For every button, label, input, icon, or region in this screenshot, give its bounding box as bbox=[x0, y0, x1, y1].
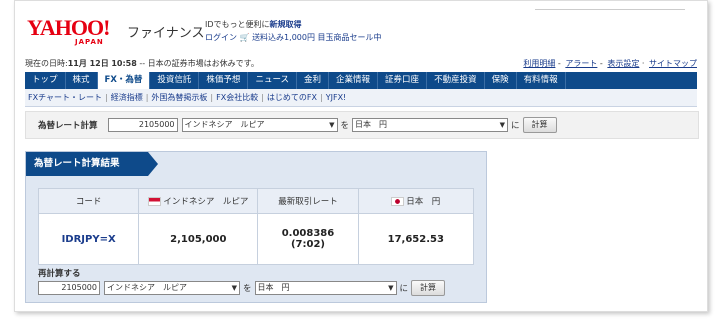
status-date: 11月 12日 bbox=[67, 59, 109, 68]
result-title: 為替レート計算結果 bbox=[26, 152, 158, 176]
indonesia-flag-icon bbox=[148, 197, 162, 206]
nav-rates[interactable]: 金利 bbox=[297, 72, 330, 89]
recalc-button[interactable]: 計算 bbox=[411, 280, 446, 296]
subnav-board[interactable]: 外国為替掲示板 bbox=[148, 92, 210, 103]
nav-insurance[interactable]: 保険 bbox=[485, 72, 517, 89]
logo-subtitle: JAPAN bbox=[75, 38, 104, 46]
promo-text: IDでもっと便利に bbox=[205, 20, 270, 29]
chevron-down-icon: ▼ bbox=[329, 121, 335, 129]
subnav-yjfx[interactable]: YJFX! bbox=[323, 93, 350, 102]
nav-company[interactable]: 企業情報 bbox=[329, 72, 379, 89]
market-status: 現在の日時:11月 12日 10:58 -- 日本の証券市場はお休みです。 bbox=[25, 58, 259, 69]
nav-stocks[interactable]: 株式 bbox=[66, 72, 98, 89]
promo-line-1: IDでもっと便利に新規取得 bbox=[205, 19, 302, 30]
nav-funds[interactable]: 投資信託 bbox=[150, 72, 200, 89]
calculate-button[interactable]: 計算 bbox=[522, 117, 557, 133]
rate-time: (7:02) bbox=[290, 239, 325, 250]
nav-premium[interactable]: 有料情報 bbox=[517, 72, 566, 89]
connector-wo: を bbox=[340, 121, 350, 131]
from-currency-select[interactable]: インドネシア ルピア ▼ bbox=[181, 118, 338, 132]
calc-label: 為替レート計算 bbox=[38, 121, 98, 131]
japan-flag-icon bbox=[391, 197, 405, 206]
subnav-beginner[interactable]: はじめてのFX bbox=[264, 92, 320, 103]
status-prefix: 現在の日時: bbox=[25, 59, 68, 68]
currency-code-link[interactable]: IDRJPY=X bbox=[37, 213, 140, 265]
recalc-label: 再計算する bbox=[38, 269, 81, 279]
nav-top[interactable]: トップ bbox=[25, 72, 66, 89]
nav-news[interactable]: ニュース bbox=[248, 72, 298, 89]
header-divider bbox=[535, 9, 685, 10]
fx-subnav: FXチャート・レート | 経済指標 | 外国為替掲示板 | FX会社比較 | はじめての… bbox=[25, 89, 697, 107]
to-currency-select[interactable]: 日本 円 ▼ bbox=[352, 118, 509, 132]
from-currency-value: インドネシア ルピア bbox=[184, 120, 265, 129]
header-to-label: 日本 円 bbox=[406, 197, 441, 207]
main-nav: トップ 株式 FX・為替 投資信託 株価予想 ニュース 金利 企業情報 証券口座… bbox=[25, 72, 697, 89]
result-table: コード インドネシア ルピア 最新取引レート 日本 円 IDRJPY=X 2,1… bbox=[37, 188, 475, 265]
recalc-amount-input[interactable]: 2105000 bbox=[38, 281, 100, 295]
amount-input[interactable]: 2105000 bbox=[107, 118, 178, 132]
sale-link[interactable]: 送料込み1,000円 目玉商品セール中 bbox=[252, 33, 381, 42]
promo-line-2: ログイン 🛒 送料込み1,000円 目玉商品セール中 bbox=[205, 32, 382, 43]
to-currency-value: 日本 円 bbox=[355, 120, 388, 129]
chevron-down-icon: ▼ bbox=[388, 284, 394, 292]
subnav-indicators[interactable]: 経済指標 bbox=[108, 92, 146, 103]
header-to: 日本 円 bbox=[357, 188, 475, 214]
sitemap-link[interactable]: サイトマップ bbox=[649, 59, 697, 68]
header-from-label: インドネシア ルピア bbox=[163, 197, 249, 207]
login-link[interactable]: ログイン bbox=[205, 33, 237, 42]
from-amount: 2,105,000 bbox=[138, 213, 259, 265]
yahoo-logo[interactable]: YAHOO! bbox=[27, 17, 110, 39]
recalc-to-value: 日本 円 bbox=[257, 283, 290, 292]
display-settings-link[interactable]: 表示設定 bbox=[607, 59, 639, 68]
recalc-connector-wo: を bbox=[243, 284, 252, 294]
result-panel: 為替レート計算結果 コード インドネシア ルピア 最新取引レート 日本 円 ID… bbox=[25, 151, 487, 303]
recalc-from-value: インドネシア ルピア bbox=[107, 283, 187, 292]
new-registration-link[interactable]: 新規取得 bbox=[270, 20, 302, 29]
cart-icon: 🛒 bbox=[239, 33, 250, 42]
chevron-down-icon: ▼ bbox=[231, 284, 237, 292]
recalc-from-select[interactable]: インドネシア ルピア ▼ bbox=[104, 281, 240, 295]
table-row: IDRJPY=X 2,105,000 0.008386 (7:02) 17,65… bbox=[37, 213, 475, 265]
header-from: インドネシア ルピア bbox=[138, 188, 259, 214]
rate-cell: 0.008386 (7:02) bbox=[257, 213, 359, 265]
header-rate: 最新取引レート bbox=[257, 188, 359, 214]
status-suffix: -- 日本の証券市場はお休みです。 bbox=[136, 59, 259, 68]
nav-fx[interactable]: FX・為替 bbox=[97, 72, 151, 89]
rate-calculator: 為替レート計算 2105000 インドネシア ルピア ▼ を 日本 円 ▼ に 計算 bbox=[25, 111, 699, 139]
page-frame: YAHOO! JAPAN ファイナンス IDでもっと便利に新規取得 ログイン 🛒… bbox=[14, 0, 708, 312]
chevron-down-icon: ▼ bbox=[499, 121, 506, 129]
subnav-fx-chart[interactable]: FXチャート・レート bbox=[25, 92, 105, 103]
to-amount: 17,652.53 bbox=[357, 213, 475, 265]
alert-link[interactable]: アラート bbox=[565, 59, 597, 68]
recalc-connector-ni: に bbox=[399, 284, 409, 294]
recalc-to-select[interactable]: 日本 円 ▼ bbox=[254, 281, 397, 295]
connector-ni: に bbox=[511, 121, 520, 131]
nav-realestate[interactable]: 不動産投資 bbox=[427, 72, 485, 89]
site-name: ファイナンス bbox=[127, 26, 205, 41]
status-time: 10:58 bbox=[111, 59, 137, 68]
header-code: コード bbox=[37, 188, 140, 214]
nav-forecast[interactable]: 株価予想 bbox=[199, 72, 249, 89]
utility-links: 利用明細 - アラート - 表示設定 · サイトマップ bbox=[523, 59, 697, 68]
nav-brokerage[interactable]: 証券口座 bbox=[378, 72, 428, 89]
usage-statement-link[interactable]: 利用明細 bbox=[523, 59, 555, 68]
recalc-form: 2105000 インドネシア ルピア ▼ を 日本 円 ▼ に 計算 bbox=[38, 280, 446, 296]
rate-value: 0.008386 bbox=[281, 228, 335, 239]
subnav-compare[interactable]: FX会社比較 bbox=[213, 92, 261, 103]
